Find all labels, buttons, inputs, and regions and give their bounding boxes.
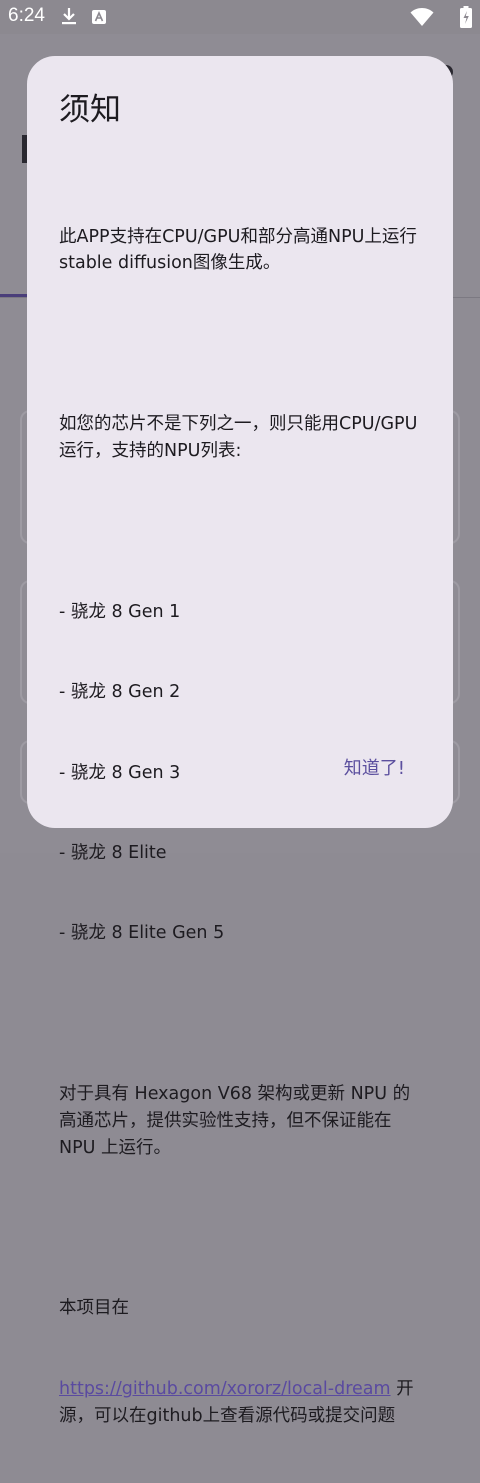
npu-list-item: - 骁龙 8 Elite Gen 5 — [59, 923, 225, 944]
a-badge-icon — [92, 9, 106, 28]
status-bar: 6:24 — [0, 0, 480, 34]
status-time: 6:24 — [8, 5, 45, 26]
battery-icon — [460, 6, 472, 32]
dialog-title: 须知 — [59, 92, 121, 128]
project-link-paragraph: https://github.com/xororz/local-dream 开源… — [59, 1376, 421, 1430]
github-link[interactable]: https://github.com/xororz/local-dream — [59, 1379, 391, 1399]
npu-list-item: - 骁龙 8 Elite — [59, 842, 167, 863]
dialog-body: 此APP支持在CPU/GPU和部分高通NPU上运行stable diffusio… — [59, 170, 421, 1483]
confirm-button[interactable]: 知道了! — [344, 754, 405, 780]
project-prefix: 本项目在 — [59, 1298, 129, 1319]
intro-paragraph: 此APP支持在CPU/GPU和部分高通NPU上运行stable diffusio… — [59, 226, 417, 274]
download-icon — [60, 6, 78, 30]
npu-intro-paragraph: 如您的芯片不是下列之一，则只能用CPU/GPU运行，支持的NPU列表: — [59, 414, 418, 461]
wifi-icon — [410, 7, 434, 31]
npu-list-item: - 骁龙 8 Gen 1 — [59, 601, 181, 622]
npu-list-item: - 骁龙 8 Gen 2 — [59, 682, 181, 703]
experimental-support-paragraph: 对于具有 Hexagon V68 架构或更新 NPU 的高通芯片，提供实验性支持… — [59, 1084, 411, 1158]
notice-dialog: 须知 此APP支持在CPU/GPU和部分高通NPU上运行stable diffu… — [27, 56, 453, 1426]
